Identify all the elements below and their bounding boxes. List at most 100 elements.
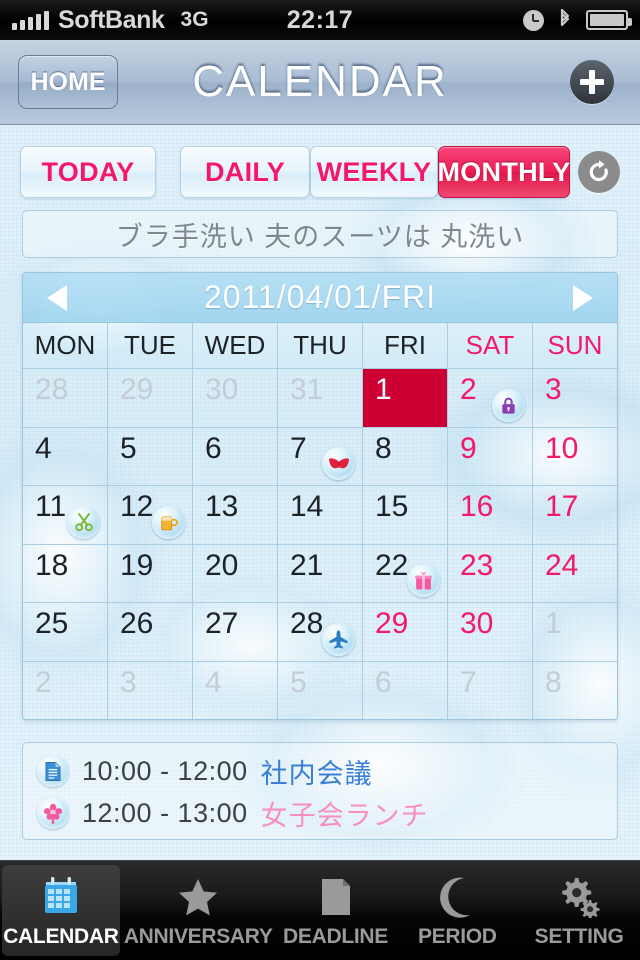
calendar-day-cell[interactable]: 4	[193, 661, 278, 719]
calendar-day-cell[interactable]: 22	[363, 544, 448, 602]
prev-month-button[interactable]	[47, 284, 67, 311]
day-number: 28	[290, 607, 324, 640]
calendar-day-cell[interactable]: 13	[193, 486, 278, 544]
tab-label: SETTING	[534, 924, 624, 948]
document-icon	[317, 873, 355, 921]
calendar-day-cell[interactable]: 28	[23, 369, 108, 427]
weekday-header-sat: SAT	[448, 323, 533, 368]
calendar-day-cell[interactable]: 20	[193, 544, 278, 602]
weekday-header-sun: SUN	[547, 330, 603, 360]
filter-today[interactable]: TODAY	[20, 146, 156, 198]
calendar-day-cell[interactable]: 1	[363, 369, 448, 427]
bra-icon[interactable]	[322, 447, 355, 480]
tab-anniversary[interactable]: ANNIVERSARY	[124, 865, 273, 956]
calendar-day-cell[interactable]: 12	[108, 486, 193, 544]
day-number: 24	[545, 548, 579, 582]
calendar-day-cell[interactable]: 23	[448, 544, 533, 602]
memo-field[interactable]: ブラ手洗い 夫のスーツは 丸洗い	[22, 210, 618, 258]
status-right	[523, 8, 632, 32]
calendar-day-cell[interactable]: 2	[448, 369, 533, 427]
add-event-button[interactable]	[570, 60, 614, 104]
calendar-day-cell[interactable]: 3	[533, 369, 617, 427]
calendar-day-cell[interactable]: 16	[448, 486, 533, 544]
calendar-day-cell[interactable]: 15	[363, 486, 448, 544]
calendar-week-row: 18 19 20 21 22 23 24	[23, 544, 617, 603]
calendar-day-cell[interactable]: 30	[193, 369, 278, 427]
calendar-day-cell[interactable]: 8	[363, 427, 448, 485]
calendar-week-row: 2 3 4 5 6 7 8	[23, 661, 617, 720]
day-number: 15	[375, 490, 409, 523]
filter-weekly[interactable]: WEEKLY	[310, 146, 438, 198]
calendar-grid: 28 29 30 31 1 2 3 4 5 6 7 8 9 10 11 12 13 14 15 16 17 18 19 20 2…	[23, 369, 617, 719]
day-number: 8	[545, 665, 562, 699]
calendar-day-cell[interactable]: 9	[448, 427, 533, 485]
calendar-day-cell[interactable]: 4	[23, 427, 108, 485]
calendar-day-cell[interactable]: 25	[23, 603, 108, 661]
home-button[interactable]: HOME	[18, 55, 118, 109]
day-number: 3	[545, 373, 562, 406]
calendar-day-cell[interactable]: 17	[533, 486, 617, 544]
calendar-day-cell[interactable]: 5	[108, 427, 193, 485]
calendar-day-cell[interactable]: 29	[108, 369, 193, 427]
calendar-day-cell[interactable]: 7	[278, 427, 363, 485]
day-number: 7	[460, 665, 477, 699]
calendar-day-cell[interactable]: 31	[278, 369, 363, 427]
calendar-day-cell[interactable]: 2	[23, 661, 108, 719]
calendar-day-cell[interactable]: 28	[278, 603, 363, 661]
calendar-day-cell[interactable]: 6	[193, 427, 278, 485]
calendar-day-cell[interactable]: 26	[108, 603, 193, 661]
day-number: 19	[120, 548, 154, 582]
calendar-day-cell[interactable]: 8	[533, 662, 617, 720]
calendar-week-row: 4 5 6 7 8 9 10	[23, 427, 617, 486]
calendar-day-cell[interactable]: 14	[278, 486, 363, 544]
calendar-day-cell[interactable]: 3	[108, 661, 193, 719]
lock-icon[interactable]	[492, 388, 525, 422]
weekday-header-fri: FRI	[363, 323, 448, 368]
calendar-day-cell[interactable]: 7	[448, 661, 533, 719]
calendar-day-cell[interactable]: 1	[533, 603, 617, 661]
day-number: 30	[460, 607, 494, 640]
airplane-icon[interactable]	[322, 622, 355, 656]
refresh-icon[interactable]	[578, 151, 620, 193]
tab-setting[interactable]: SETTING	[520, 865, 638, 956]
day-number: 4	[35, 431, 52, 465]
calendar-day-cell[interactable]: 30	[448, 603, 533, 661]
battery-icon	[586, 10, 632, 30]
day-number: 22	[375, 548, 409, 582]
calendar-icon	[39, 873, 83, 921]
calendar-day-cell[interactable]: 24	[533, 545, 617, 603]
calendar-day-cell[interactable]: 21	[278, 544, 363, 602]
tab-calendar[interactable]: CALENDAR	[2, 865, 120, 956]
calendar-day-cell[interactable]: 18	[23, 544, 108, 602]
calendar-day-cell[interactable]: 29	[363, 603, 448, 661]
day-number: 31	[290, 373, 324, 406]
event-title: 女子会ランチ	[260, 800, 429, 831]
day-number: 30	[205, 373, 239, 406]
day-number: 3	[120, 665, 137, 699]
day-number: 5	[120, 431, 137, 465]
tab-period[interactable]: PERIOD	[398, 865, 516, 956]
day-number: 1	[545, 607, 562, 640]
tab-label: DEADLINE	[283, 924, 388, 948]
next-month-button[interactable]	[573, 284, 593, 311]
filter-monthly[interactable]: MONTHLY	[437, 146, 570, 198]
gift-icon[interactable]	[407, 564, 440, 597]
calendar-day-cell[interactable]: 10	[533, 428, 617, 486]
filter-daily[interactable]: DAILY	[180, 146, 310, 198]
scissors-icon[interactable]	[67, 505, 100, 539]
event-row[interactable]: 10:00 - 12:00 社内会議	[37, 750, 617, 792]
calendar-week-row: 11 12 13 14 15 16 17	[23, 486, 617, 545]
event-row[interactable]: 12:00 - 13:00 女子会ランチ	[37, 792, 617, 834]
day-number: 21	[290, 548, 324, 582]
day-number: 5	[290, 665, 307, 699]
calendar-day-cell[interactable]: 27	[193, 603, 278, 661]
event-title: 社内会議	[260, 758, 373, 789]
day-number: 23	[460, 548, 494, 582]
tab-deadline[interactable]: DEADLINE	[277, 865, 395, 956]
calendar-day-cell[interactable]: 6	[363, 661, 448, 719]
beer-mug-icon[interactable]	[152, 505, 185, 539]
day-number: 26	[120, 607, 154, 640]
calendar-day-cell[interactable]: 11	[23, 486, 108, 544]
calendar-day-cell[interactable]: 19	[108, 544, 193, 602]
calendar-day-cell[interactable]: 5	[278, 661, 363, 719]
